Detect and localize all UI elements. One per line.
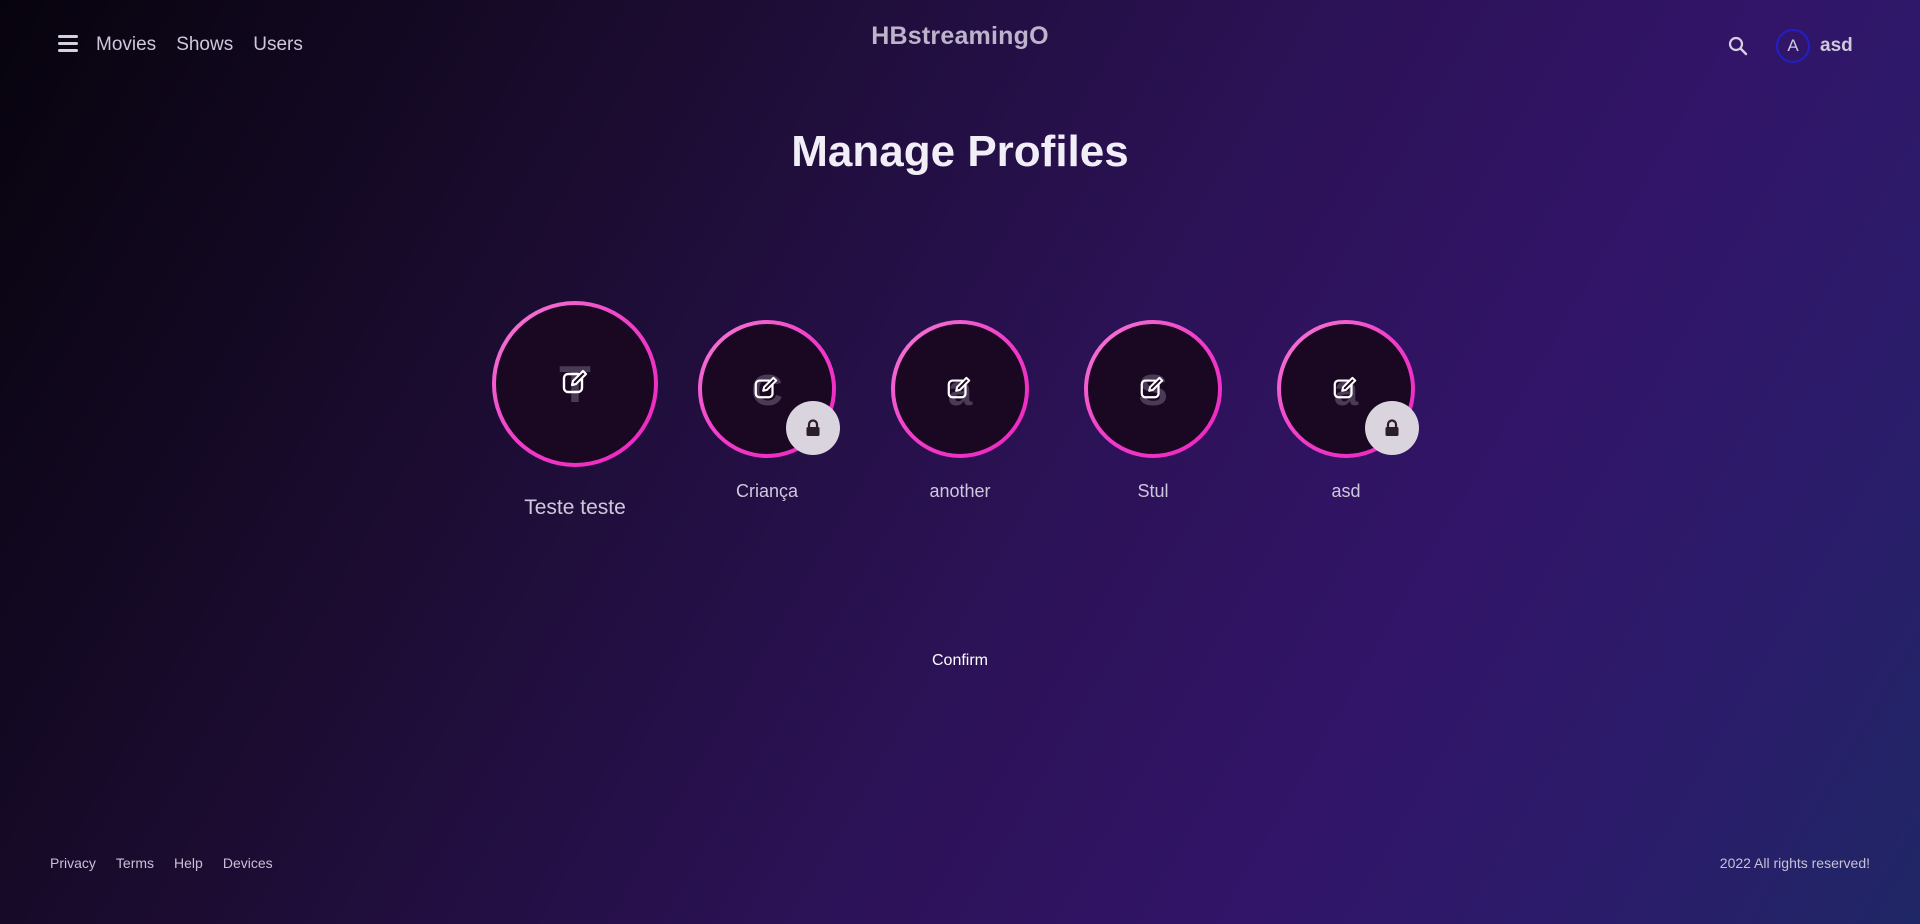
confirm-row: Confirm	[0, 652, 1920, 670]
footer-link-help[interactable]: Help	[174, 855, 203, 871]
lock-badge	[786, 401, 840, 455]
lock-icon	[1385, 419, 1399, 436]
profile-avatar-circle[interactable]: a	[891, 320, 1029, 458]
footer-link-devices[interactable]: Devices	[223, 855, 273, 871]
copyright-text: 2022 All rights reserved!	[1719, 855, 1870, 871]
edit-icon[interactable]	[561, 368, 589, 396]
profile-card-asd[interactable]: a asd	[1277, 320, 1419, 505]
footer-links: Privacy Terms Help Devices	[50, 855, 273, 871]
footer-link-privacy[interactable]: Privacy	[50, 855, 96, 871]
search-icon[interactable]	[1727, 35, 1749, 57]
brand-logo-text[interactable]: HBstreamingO	[0, 22, 1920, 51]
confirm-button[interactable]: Confirm	[932, 652, 988, 669]
profile-avatar-circle[interactable]: S	[1084, 320, 1222, 458]
edit-icon[interactable]	[1332, 375, 1358, 401]
profile-avatar-circle[interactable]: T	[492, 301, 658, 467]
top-navigation-bar: Movies Shows Users HBstreamingO A asd	[0, 0, 1920, 92]
page-title: Manage Profiles	[791, 127, 1129, 176]
profile-card-teste-teste[interactable]: T Teste teste	[492, 301, 658, 529]
edit-icon[interactable]	[946, 375, 972, 401]
profile-card-another[interactable]: a another	[891, 320, 1029, 505]
edit-icon[interactable]	[1139, 375, 1165, 401]
profile-card-crianca[interactable]: C Criança	[698, 320, 840, 505]
user-avatar[interactable]: A	[1776, 29, 1810, 63]
lock-icon	[806, 419, 820, 436]
profile-card-stul[interactable]: S Stul	[1084, 320, 1222, 505]
lock-badge	[1365, 401, 1419, 455]
profile-name: Teste teste	[524, 496, 626, 519]
profile-name: Criança	[735, 481, 799, 501]
profile-name: asd	[1331, 481, 1361, 501]
profile-name: another	[929, 481, 991, 501]
footer-link-terms[interactable]: Terms	[116, 855, 154, 871]
username-label[interactable]: asd	[1820, 35, 1853, 57]
edit-icon[interactable]	[753, 375, 779, 401]
profile-name: Stul	[1137, 481, 1169, 501]
